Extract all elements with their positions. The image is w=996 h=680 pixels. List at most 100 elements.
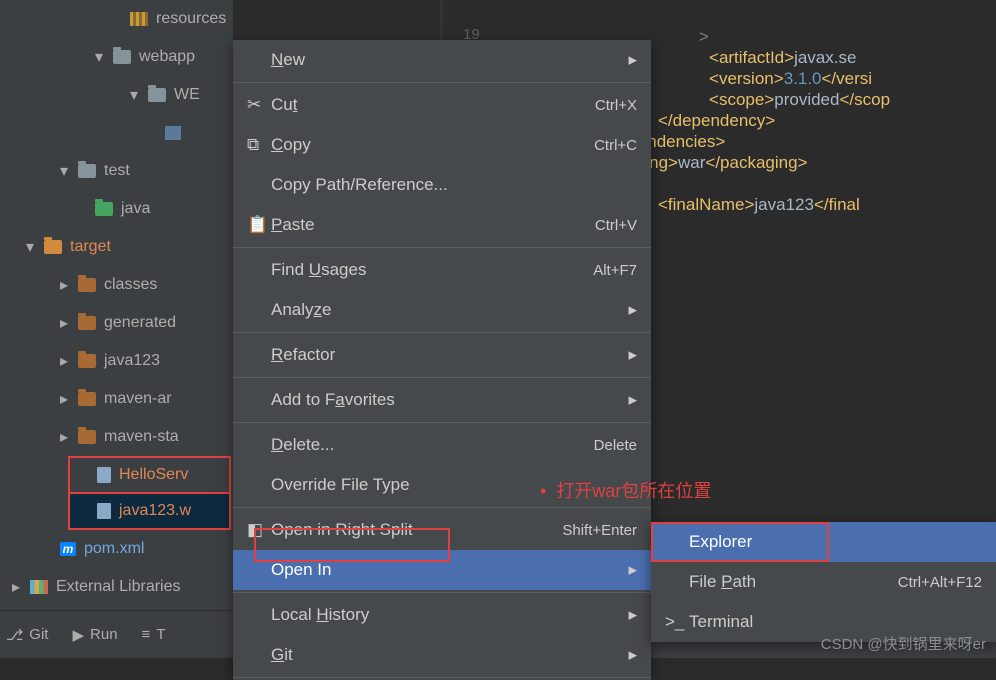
cut-icon: ✂: [247, 95, 271, 115]
menu-new[interactable]: New▸: [233, 40, 651, 80]
code-content: > <artifactId>javax.se <version>3.1.0</v…: [658, 8, 890, 277]
paste-icon: 📋: [247, 215, 271, 235]
tree-item-testjava[interactable]: java: [0, 190, 233, 228]
chevron-right-icon: [60, 275, 72, 295]
folder-icon: [78, 392, 96, 406]
menu-analyze[interactable]: Analyze▸: [233, 290, 651, 330]
chevron-right-icon: [60, 389, 72, 409]
chevron-right-icon: [60, 313, 72, 333]
folder-icon: [78, 316, 96, 330]
folder-icon: [78, 354, 96, 368]
play-icon: ▶: [72, 626, 84, 644]
tree-label: External Libraries: [56, 578, 181, 596]
highlight-box-explorer: [651, 522, 829, 562]
archive-icon: [97, 467, 111, 483]
shortcut: Ctrl+V: [595, 217, 637, 234]
menu-paste[interactable]: 📋PasteCtrl+V: [233, 205, 651, 245]
menu-local-history[interactable]: Local History▸: [233, 595, 651, 635]
tree-item-pom[interactable]: m pom.xml: [0, 530, 233, 568]
shortcut: Ctrl+X: [595, 97, 637, 114]
tree-item-java123w[interactable]: java123.w: [68, 492, 231, 530]
tree-item-resources[interactable]: resources: [0, 0, 233, 38]
tree-label: java123: [104, 352, 160, 370]
shortcut: Delete: [594, 437, 637, 454]
folder-icon: [78, 430, 96, 444]
tree-item-java123[interactable]: java123: [0, 342, 233, 380]
folder-icon: [44, 240, 62, 254]
tree-label: classes: [104, 276, 157, 294]
folder-icon: [148, 88, 166, 102]
xml-icon: [165, 126, 181, 140]
maven-icon: m: [60, 542, 76, 556]
tree-label: maven-ar: [104, 390, 172, 408]
menu-refactor[interactable]: Refactor▸: [233, 335, 651, 375]
tree-item-generated[interactable]: generated: [0, 304, 233, 342]
library-icon: [30, 580, 48, 594]
watermark: CSDN @快到锅里来呀er: [821, 633, 986, 654]
statusbar-git[interactable]: ⎇Git: [6, 626, 48, 644]
tree-item-webxml[interactable]: [0, 114, 233, 152]
tree-item-webinf[interactable]: WE: [0, 76, 233, 114]
project-tree: resources webapp WE test java target cla…: [0, 0, 233, 610]
chevron-right-icon: [60, 351, 72, 371]
tree-item-classes[interactable]: classes: [0, 266, 233, 304]
menu-copy-path[interactable]: Copy Path/Reference...: [233, 165, 651, 205]
statusbar-todo[interactable]: ≡T: [142, 626, 166, 643]
menu-git[interactable]: Git▸: [233, 635, 651, 675]
statusbar-run[interactable]: ▶Run: [72, 626, 117, 644]
chevron-down-icon: [26, 237, 38, 257]
chevron-right-icon: ▸: [628, 345, 637, 365]
archive-icon: [97, 503, 111, 519]
chevron-down-icon: [130, 85, 142, 105]
tree-item-external-libs[interactable]: External Libraries: [0, 568, 233, 606]
folder-icon: [78, 164, 96, 178]
branch-icon: ⎇: [6, 626, 23, 644]
tree-label: target: [70, 238, 111, 256]
resources-icon: [130, 12, 148, 26]
chevron-right-icon: [12, 577, 24, 597]
menu-add-favorites[interactable]: Add to Favorites▸: [233, 380, 651, 420]
annotation-text: •打开war包所在位置: [540, 477, 711, 503]
chevron-right-icon: ▸: [628, 390, 637, 410]
tree-label: pom.xml: [84, 540, 144, 558]
tree-label: test: [104, 162, 130, 180]
menu-cut[interactable]: ✂CutCtrl+X: [233, 85, 651, 125]
shortcut: Ctrl+C: [594, 137, 637, 154]
chevron-down-icon: [60, 161, 72, 181]
folder-icon: [95, 202, 113, 216]
shortcut: Shift+Enter: [562, 522, 637, 539]
context-menu: New▸ ✂CutCtrl+X ⧉CopyCtrl+C Copy Path/Re…: [233, 40, 651, 680]
tree-item-mavenar[interactable]: maven-ar: [0, 380, 233, 418]
submenu-file-path[interactable]: File PathCtrl+Alt+F12: [651, 562, 996, 602]
tree-label: java123.w: [119, 502, 191, 520]
chevron-right-icon: ▸: [628, 605, 637, 625]
list-icon: ≡: [142, 626, 151, 643]
tree-item-helloserv[interactable]: HelloServ: [68, 456, 231, 494]
tree-label: webapp: [139, 48, 195, 66]
menu-copy[interactable]: ⧉CopyCtrl+C: [233, 125, 651, 165]
shortcut: Ctrl+Alt+F12: [898, 574, 982, 591]
tree-label: WE: [174, 86, 200, 104]
tree-label: maven-sta: [104, 428, 179, 446]
shortcut: Alt+F7: [593, 262, 637, 279]
folder-icon: [78, 278, 96, 292]
tree-label: HelloServ: [119, 466, 188, 484]
folder-icon: [113, 50, 131, 64]
chevron-right-icon: ▸: [628, 645, 637, 665]
chevron-right-icon: [60, 427, 72, 447]
terminal-icon: >_: [665, 612, 689, 632]
chevron-right-icon: ▸: [628, 50, 637, 70]
menu-find-usages[interactable]: Find UsagesAlt+F7: [233, 250, 651, 290]
tree-label: java: [121, 200, 150, 218]
tree-item-mavensta[interactable]: maven-sta: [0, 418, 233, 456]
chevron-right-icon: ▸: [628, 560, 637, 580]
tree-item-test[interactable]: test: [0, 152, 233, 190]
tree-label: resources: [156, 10, 226, 28]
tree-item-webapp[interactable]: webapp: [0, 38, 233, 76]
tree-item-target[interactable]: target: [0, 228, 233, 266]
highlight-box-openin: [254, 528, 450, 562]
tree-label: generated: [104, 314, 176, 332]
chevron-right-icon: ▸: [628, 300, 637, 320]
chevron-down-icon: [95, 47, 107, 67]
menu-delete[interactable]: Delete...Delete: [233, 425, 651, 465]
